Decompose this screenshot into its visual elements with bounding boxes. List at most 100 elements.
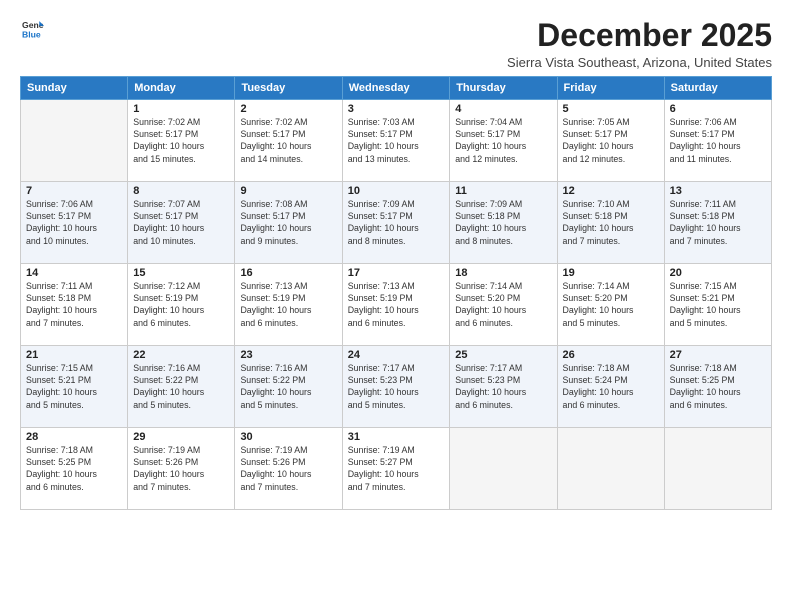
day-number: 7 <box>26 185 122 197</box>
day-info: Sunrise: 7:11 AMSunset: 5:18 PMDaylight:… <box>26 280 122 329</box>
day-number: 25 <box>455 349 551 361</box>
day-number: 11 <box>455 185 551 197</box>
day-info: Sunrise: 7:19 AMSunset: 5:26 PMDaylight:… <box>133 444 229 493</box>
table-row <box>664 428 771 510</box>
day-info: Sunrise: 7:14 AMSunset: 5:20 PMDaylight:… <box>563 280 659 329</box>
day-info: Sunrise: 7:11 AMSunset: 5:18 PMDaylight:… <box>670 198 766 247</box>
table-row: 23Sunrise: 7:16 AMSunset: 5:22 PMDayligh… <box>235 346 342 428</box>
day-number: 18 <box>455 267 551 279</box>
day-info: Sunrise: 7:08 AMSunset: 5:17 PMDaylight:… <box>240 198 336 247</box>
logo: General Blue <box>20 18 44 45</box>
table-row: 13Sunrise: 7:11 AMSunset: 5:18 PMDayligh… <box>664 182 771 264</box>
calendar-week-row: 7Sunrise: 7:06 AMSunset: 5:17 PMDaylight… <box>21 182 772 264</box>
page: General Blue December 2025 Sierra Vista … <box>0 0 792 612</box>
table-row: 29Sunrise: 7:19 AMSunset: 5:26 PMDayligh… <box>128 428 235 510</box>
day-number: 15 <box>133 267 229 279</box>
table-row: 4Sunrise: 7:04 AMSunset: 5:17 PMDaylight… <box>450 100 557 182</box>
day-info: Sunrise: 7:18 AMSunset: 5:24 PMDaylight:… <box>563 362 659 411</box>
day-info: Sunrise: 7:17 AMSunset: 5:23 PMDaylight:… <box>455 362 551 411</box>
day-number: 5 <box>563 103 659 115</box>
table-row <box>450 428 557 510</box>
table-row: 31Sunrise: 7:19 AMSunset: 5:27 PMDayligh… <box>342 428 450 510</box>
day-number: 2 <box>240 103 336 115</box>
table-row: 12Sunrise: 7:10 AMSunset: 5:18 PMDayligh… <box>557 182 664 264</box>
table-row: 2Sunrise: 7:02 AMSunset: 5:17 PMDaylight… <box>235 100 342 182</box>
day-info: Sunrise: 7:09 AMSunset: 5:17 PMDaylight:… <box>348 198 445 247</box>
table-row: 14Sunrise: 7:11 AMSunset: 5:18 PMDayligh… <box>21 264 128 346</box>
day-info: Sunrise: 7:18 AMSunset: 5:25 PMDaylight:… <box>670 362 766 411</box>
day-number: 27 <box>670 349 766 361</box>
table-row: 26Sunrise: 7:18 AMSunset: 5:24 PMDayligh… <box>557 346 664 428</box>
day-info: Sunrise: 7:09 AMSunset: 5:18 PMDaylight:… <box>455 198 551 247</box>
table-row: 19Sunrise: 7:14 AMSunset: 5:20 PMDayligh… <box>557 264 664 346</box>
table-row: 10Sunrise: 7:09 AMSunset: 5:17 PMDayligh… <box>342 182 450 264</box>
day-number: 22 <box>133 349 229 361</box>
table-row: 15Sunrise: 7:12 AMSunset: 5:19 PMDayligh… <box>128 264 235 346</box>
table-row: 30Sunrise: 7:19 AMSunset: 5:26 PMDayligh… <box>235 428 342 510</box>
table-row: 3Sunrise: 7:03 AMSunset: 5:17 PMDaylight… <box>342 100 450 182</box>
table-row: 11Sunrise: 7:09 AMSunset: 5:18 PMDayligh… <box>450 182 557 264</box>
col-sunday: Sunday <box>21 77 128 100</box>
month-title: December 2025 <box>507 18 772 53</box>
table-row: 8Sunrise: 7:07 AMSunset: 5:17 PMDaylight… <box>128 182 235 264</box>
table-row: 17Sunrise: 7:13 AMSunset: 5:19 PMDayligh… <box>342 264 450 346</box>
calendar-week-row: 14Sunrise: 7:11 AMSunset: 5:18 PMDayligh… <box>21 264 772 346</box>
day-info: Sunrise: 7:02 AMSunset: 5:17 PMDaylight:… <box>240 116 336 165</box>
day-info: Sunrise: 7:13 AMSunset: 5:19 PMDaylight:… <box>240 280 336 329</box>
day-number: 8 <box>133 185 229 197</box>
day-info: Sunrise: 7:15 AMSunset: 5:21 PMDaylight:… <box>670 280 766 329</box>
day-number: 6 <box>670 103 766 115</box>
calendar-body: 1 Sunrise: 7:02 AMSunset: 5:17 PMDaylight… <box>21 100 772 510</box>
table-row: 16Sunrise: 7:13 AMSunset: 5:19 PMDayligh… <box>235 264 342 346</box>
day-number: 30 <box>240 431 336 443</box>
day-number: 31 <box>348 431 445 443</box>
table-row: 27Sunrise: 7:18 AMSunset: 5:25 PMDayligh… <box>664 346 771 428</box>
col-friday: Friday <box>557 77 664 100</box>
col-thursday: Thursday <box>450 77 557 100</box>
logo-icon: General Blue <box>22 18 44 40</box>
day-number: 17 <box>348 267 445 279</box>
day-number: 21 <box>26 349 122 361</box>
day-info: Sunrise: 7:06 AMSunset: 5:17 PMDaylight:… <box>670 116 766 165</box>
day-info: Sunrise: 7:14 AMSunset: 5:20 PMDaylight:… <box>455 280 551 329</box>
day-info: Sunrise: 7:16 AMSunset: 5:22 PMDaylight:… <box>133 362 229 411</box>
day-info: Sunrise: 7:16 AMSunset: 5:22 PMDaylight:… <box>240 362 336 411</box>
col-tuesday: Tuesday <box>235 77 342 100</box>
day-info: Sunrise: 7:07 AMSunset: 5:17 PMDaylight:… <box>133 198 229 247</box>
header-row: Sunday Monday Tuesday Wednesday Thursday… <box>21 77 772 100</box>
day-info: Sunrise: 7:12 AMSunset: 5:19 PMDaylight:… <box>133 280 229 329</box>
day-number: 24 <box>348 349 445 361</box>
day-info: Sunrise: 7:13 AMSunset: 5:19 PMDaylight:… <box>348 280 445 329</box>
day-number: 13 <box>670 185 766 197</box>
day-number: 26 <box>563 349 659 361</box>
svg-text:Blue: Blue <box>22 30 41 40</box>
header: General Blue December 2025 Sierra Vista … <box>20 18 772 70</box>
table-row: 22Sunrise: 7:16 AMSunset: 5:22 PMDayligh… <box>128 346 235 428</box>
table-row: 20Sunrise: 7:15 AMSunset: 5:21 PMDayligh… <box>664 264 771 346</box>
day-info: Sunrise: 7:19 AMSunset: 5:26 PMDaylight:… <box>240 444 336 493</box>
day-info: Sunrise: 7:19 AMSunset: 5:27 PMDaylight:… <box>348 444 445 493</box>
day-info: Sunrise: 7:10 AMSunset: 5:18 PMDaylight:… <box>563 198 659 247</box>
table-row: 1Sunrise: 7:02 AMSunset: 5:17 PMDaylight… <box>128 100 235 182</box>
table-row <box>557 428 664 510</box>
col-monday: Monday <box>128 77 235 100</box>
day-number: 29 <box>133 431 229 443</box>
table-row: 24Sunrise: 7:17 AMSunset: 5:23 PMDayligh… <box>342 346 450 428</box>
col-wednesday: Wednesday <box>342 77 450 100</box>
calendar-week-row: 28Sunrise: 7:18 AMSunset: 5:25 PMDayligh… <box>21 428 772 510</box>
day-number: 23 <box>240 349 336 361</box>
day-number: 4 <box>455 103 551 115</box>
table-row: 25Sunrise: 7:17 AMSunset: 5:23 PMDayligh… <box>450 346 557 428</box>
day-info: Sunrise: 7:17 AMSunset: 5:23 PMDaylight:… <box>348 362 445 411</box>
location: Sierra Vista Southeast, Arizona, United … <box>507 55 772 70</box>
table-row: 9Sunrise: 7:08 AMSunset: 5:17 PMDaylight… <box>235 182 342 264</box>
col-saturday: Saturday <box>664 77 771 100</box>
table-row: 18Sunrise: 7:14 AMSunset: 5:20 PMDayligh… <box>450 264 557 346</box>
day-number: 10 <box>348 185 445 197</box>
day-info: Sunrise: 7:05 AMSunset: 5:17 PMDaylight:… <box>563 116 659 165</box>
day-number: 14 <box>26 267 122 279</box>
table-row: 6Sunrise: 7:06 AMSunset: 5:17 PMDaylight… <box>664 100 771 182</box>
day-number: 1 <box>133 103 229 115</box>
day-number: 9 <box>240 185 336 197</box>
day-number: 16 <box>240 267 336 279</box>
